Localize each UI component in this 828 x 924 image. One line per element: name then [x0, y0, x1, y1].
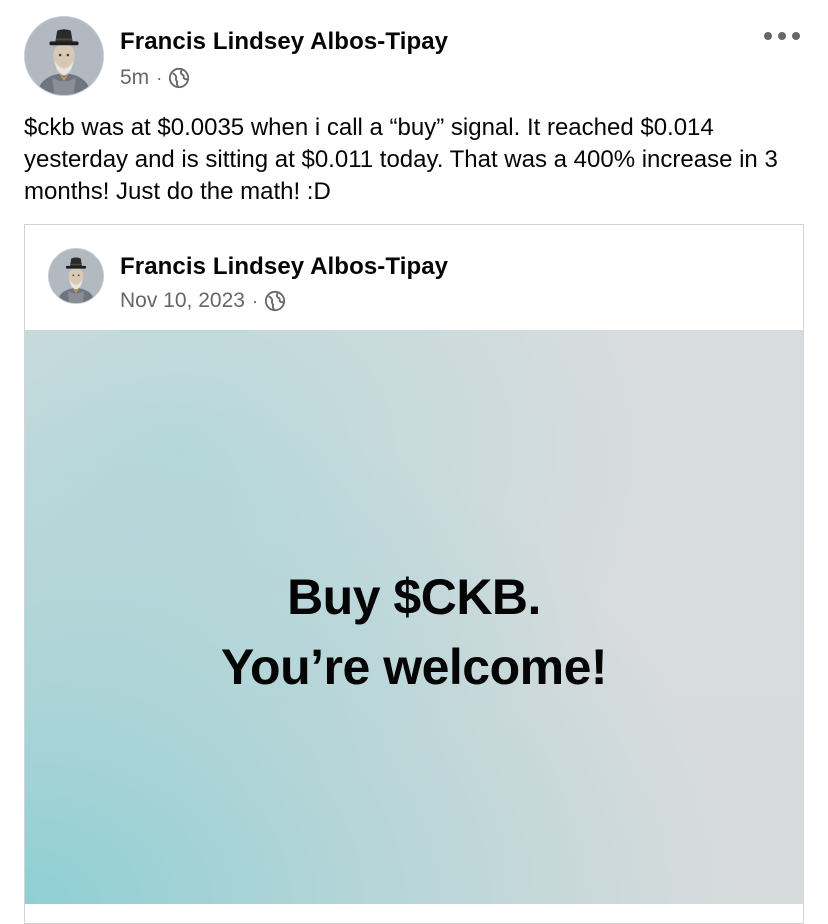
shared-post-text-background[interactable]: Buy $CKB. You’re welcome!	[25, 330, 803, 904]
background-text-line-2: You’re welcome!	[220, 639, 608, 695]
feed-post: Francis Lindsey Albos-Tipay 5m · $ckb wa…	[0, 0, 828, 924]
meta-separator: ·	[251, 290, 258, 311]
globe-icon[interactable]	[168, 67, 190, 89]
shared-author-name[interactable]: Francis Lindsey Albos-Tipay	[120, 253, 448, 281]
author-avatar[interactable]	[24, 16, 104, 96]
post-body-text: $ckb was at $0.0035 when i call a “buy” …	[24, 114, 785, 205]
post-meta: 5m ·	[120, 66, 190, 90]
globe-icon[interactable]	[264, 290, 286, 312]
shared-post-card[interactable]: Francis Lindsey Albos-Tipay Nov 10, 2023…	[24, 224, 804, 924]
shared-author-avatar[interactable]	[48, 248, 104, 304]
more-dot	[778, 32, 786, 40]
more-options-button[interactable]	[764, 26, 800, 46]
avatar-illustration	[25, 17, 103, 95]
post-timestamp[interactable]: 5m	[120, 66, 149, 90]
shared-post-meta: Nov 10, 2023 ·	[120, 289, 286, 313]
more-dot	[792, 32, 800, 40]
shared-post-date[interactable]: Nov 10, 2023	[120, 289, 245, 313]
avatar-illustration	[49, 249, 103, 303]
more-horizontal-icon	[764, 32, 772, 40]
meta-separator: ·	[156, 67, 163, 88]
background-text-line-1: Buy $CKB.	[287, 569, 541, 625]
author-name[interactable]: Francis Lindsey Albos-Tipay	[120, 28, 448, 56]
